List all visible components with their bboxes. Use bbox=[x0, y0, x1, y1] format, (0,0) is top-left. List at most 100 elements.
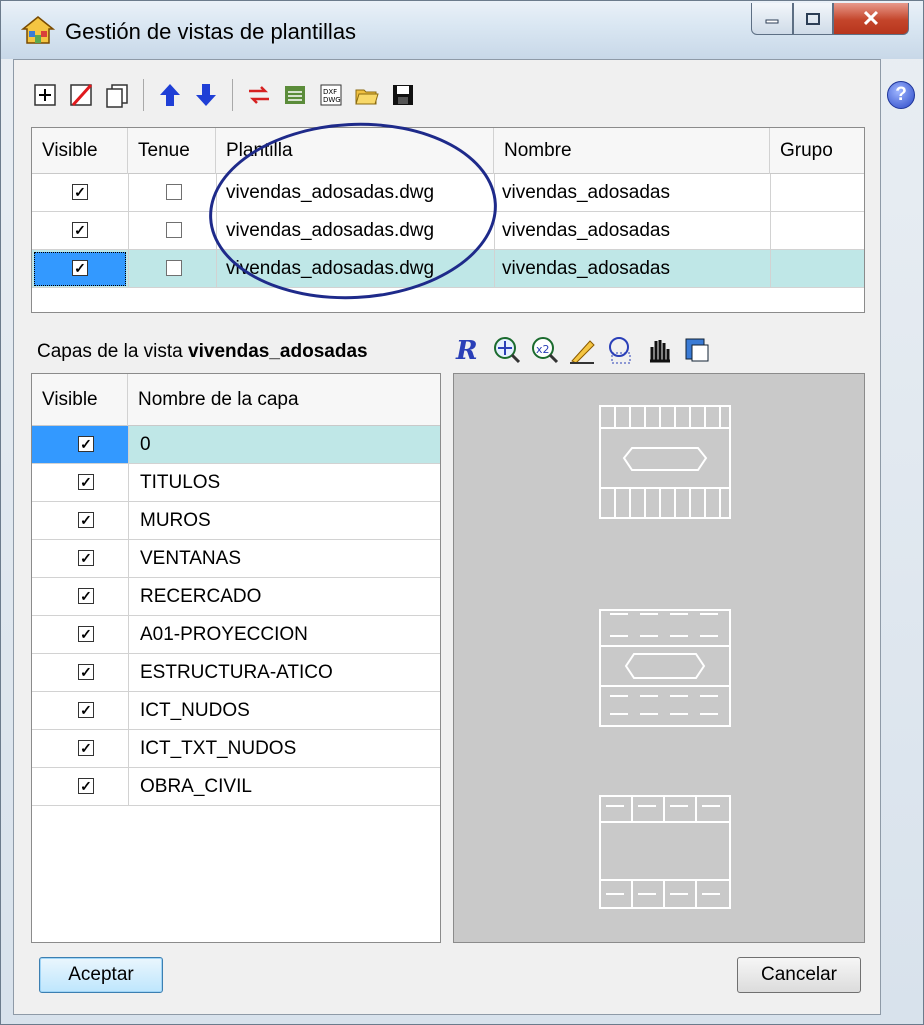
layer-visible-checkbox[interactable]: ✓ bbox=[78, 436, 94, 452]
move-down-button[interactable] bbox=[190, 79, 222, 111]
layer-row[interactable]: ✓ MUROS bbox=[32, 502, 440, 540]
layer-row-selected[interactable]: ✓ 0 bbox=[32, 426, 440, 464]
visible-checkbox[interactable]: ✓ bbox=[72, 184, 88, 200]
nombre-cell[interactable]: vivendas_adosadas bbox=[502, 174, 670, 212]
add-icon bbox=[34, 84, 56, 106]
maximize-button[interactable] bbox=[793, 3, 833, 35]
layer-visible-checkbox[interactable]: ✓ bbox=[78, 512, 94, 528]
delete-button[interactable] bbox=[65, 79, 97, 111]
zoom-window-icon bbox=[609, 337, 631, 364]
plantilla-cell[interactable]: vivendas_adosadas.dwg bbox=[226, 212, 434, 250]
header-visible[interactable]: Visible bbox=[32, 128, 128, 174]
template-row-selected[interactable]: ✓ vivendas_adosadas.dwg vivendas_adosada… bbox=[32, 250, 864, 288]
visible-checkbox[interactable]: ✓ bbox=[72, 260, 88, 276]
layer-row[interactable]: ✓ RECERCADO bbox=[32, 578, 440, 616]
layer-name[interactable]: VENTANAS bbox=[140, 540, 241, 578]
layer-row[interactable]: ✓ A01-PROYECCION bbox=[32, 616, 440, 654]
layer-visible-checkbox[interactable]: ✓ bbox=[78, 702, 94, 718]
save-icon bbox=[393, 85, 413, 105]
layer-name[interactable]: MUROS bbox=[140, 502, 211, 540]
move-down-icon bbox=[196, 84, 216, 106]
layer-row[interactable]: ✓ TITULOS bbox=[32, 464, 440, 502]
save-button[interactable] bbox=[387, 79, 419, 111]
header-nombre[interactable]: Nombre bbox=[494, 128, 770, 174]
draw-button[interactable] bbox=[567, 333, 599, 367]
layer-row[interactable]: ✓ ICT_NUDOS bbox=[32, 692, 440, 730]
layer-visible-checkbox[interactable]: ✓ bbox=[78, 740, 94, 756]
header-grupo[interactable]: Grupo bbox=[770, 128, 864, 174]
layer-name[interactable]: A01-PROYECCION bbox=[140, 616, 308, 654]
zoom-x2-button[interactable]: x2 bbox=[529, 333, 561, 367]
accept-button[interactable]: Aceptar bbox=[39, 957, 163, 993]
help-icon: ? bbox=[895, 84, 907, 105]
draw-icon bbox=[570, 340, 595, 364]
svg-text:DWG: DWG bbox=[323, 96, 341, 104]
svg-text:R: R bbox=[455, 336, 478, 365]
layer-visible-checkbox[interactable]: ✓ bbox=[78, 778, 94, 794]
layer-name[interactable]: ESTRUCTURA-ATICO bbox=[140, 654, 333, 692]
open-folder-button[interactable] bbox=[351, 79, 383, 111]
swap-icon bbox=[249, 86, 269, 104]
svg-text:x2: x2 bbox=[536, 343, 550, 356]
tenue-checkbox[interactable] bbox=[166, 260, 182, 276]
cancel-button[interactable]: Cancelar bbox=[737, 957, 861, 993]
nombre-cell[interactable]: vivendas_adosadas bbox=[502, 250, 670, 288]
tenue-checkbox[interactable] bbox=[166, 184, 182, 200]
layer-name[interactable]: TITULOS bbox=[140, 464, 220, 502]
zoom-extents-button[interactable] bbox=[491, 333, 523, 367]
visible-checkbox[interactable]: ✓ bbox=[72, 222, 88, 238]
layer-visible-checkbox[interactable]: ✓ bbox=[78, 664, 94, 680]
zoom-x2-icon: x2 bbox=[532, 337, 559, 364]
zoom-extents-icon bbox=[494, 337, 521, 364]
layer-row[interactable]: ✓ VENTANAS bbox=[32, 540, 440, 578]
nombre-cell[interactable]: vivendas_adosadas bbox=[502, 212, 670, 250]
validate-button[interactable] bbox=[279, 79, 311, 111]
delete-icon bbox=[70, 83, 93, 107]
layer-row[interactable]: ✓ OBRA_CIVIL bbox=[32, 768, 440, 806]
zoom-window-button[interactable] bbox=[605, 333, 637, 367]
layer-name[interactable]: OBRA_CIVIL bbox=[140, 768, 252, 806]
title-bar[interactable]: Gestión de vistas de plantillas ✕ bbox=[1, 1, 923, 59]
refresh-icon bbox=[685, 338, 709, 362]
header-tenue[interactable]: Tenue bbox=[128, 128, 216, 174]
header-plantilla[interactable]: Plantilla bbox=[216, 128, 494, 174]
layer-name[interactable]: RECERCADO bbox=[140, 578, 261, 616]
header-layer-name[interactable]: Nombre de la capa bbox=[128, 374, 440, 426]
toolbar-separator bbox=[143, 79, 144, 111]
layers-section-label: Capas de la vista vivendas_adosadas bbox=[37, 341, 368, 363]
maximize-icon bbox=[806, 12, 820, 25]
zoom-realtime-button[interactable]: R bbox=[453, 333, 485, 367]
layer-name[interactable]: ICT_TXT_NUDOS bbox=[140, 730, 296, 768]
tenue-checkbox[interactable] bbox=[166, 222, 182, 238]
templates-grid: Visible Tenue Plantilla Nombre Grupo ✓ v… bbox=[31, 127, 865, 313]
preview-toolbar: R x2 bbox=[453, 333, 713, 367]
template-preview[interactable] bbox=[453, 373, 865, 943]
layer-row[interactable]: ✓ ESTRUCTURA-ATICO bbox=[32, 654, 440, 692]
move-up-button[interactable] bbox=[154, 79, 186, 111]
layer-visible-checkbox[interactable]: ✓ bbox=[78, 474, 94, 490]
plantilla-cell[interactable]: vivendas_adosadas.dwg bbox=[226, 174, 434, 212]
copy-button[interactable] bbox=[101, 79, 133, 111]
layer-visible-checkbox[interactable]: ✓ bbox=[78, 550, 94, 566]
swap-button[interactable] bbox=[243, 79, 275, 111]
layer-row[interactable]: ✓ ICT_TXT_NUDOS bbox=[32, 730, 440, 768]
dxf-dwg-button[interactable]: DXF DWG bbox=[315, 79, 347, 111]
template-row[interactable]: ✓ vivendas_adosadas.dwg vivendas_adosada… bbox=[32, 174, 864, 212]
help-button[interactable]: ? bbox=[887, 81, 915, 109]
layer-name[interactable]: 0 bbox=[140, 426, 151, 464]
house-app-icon bbox=[21, 16, 55, 44]
plantilla-cell[interactable]: vivendas_adosadas.dwg bbox=[226, 250, 434, 288]
layer-name[interactable]: ICT_NUDOS bbox=[140, 692, 250, 730]
layer-visible-checkbox[interactable]: ✓ bbox=[78, 588, 94, 604]
header-layer-visible[interactable]: Visible bbox=[32, 374, 128, 426]
template-row[interactable]: ✓ vivendas_adosadas.dwg vivendas_adosada… bbox=[32, 212, 864, 250]
close-button[interactable]: ✕ bbox=[833, 3, 909, 35]
refresh-button[interactable] bbox=[681, 333, 713, 367]
layers-grid: Visible Nombre de la capa ✓ 0 ✓ TITULOS … bbox=[31, 373, 441, 943]
layers-label-text: Capas de la vista bbox=[37, 341, 183, 362]
pan-hand-button[interactable] bbox=[643, 333, 675, 367]
layer-visible-checkbox[interactable]: ✓ bbox=[78, 626, 94, 642]
add-button[interactable] bbox=[29, 79, 61, 111]
toolbar: DXF DWG bbox=[29, 69, 419, 121]
minimize-button[interactable] bbox=[751, 3, 793, 35]
